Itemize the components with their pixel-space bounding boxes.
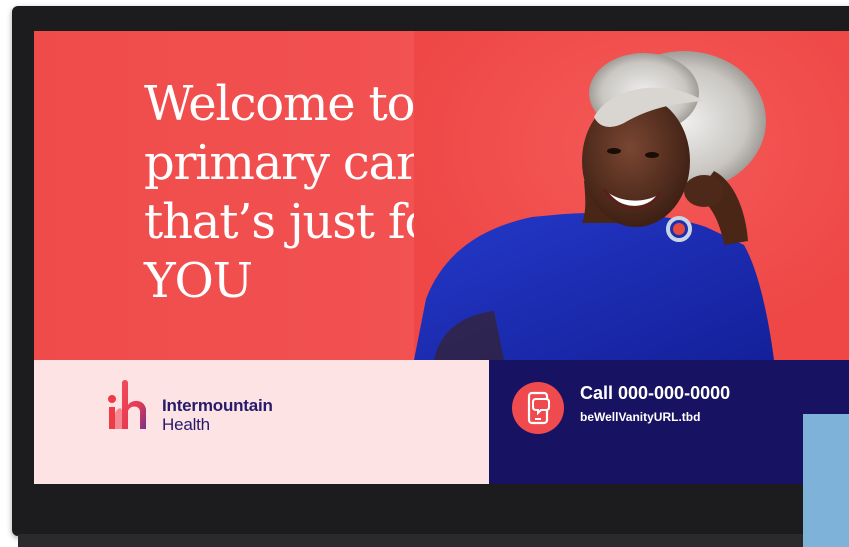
brand-name-line-2: Health	[162, 415, 210, 434]
footer-bar: Intermountain Health Call 000-000-0000 b…	[34, 360, 849, 484]
brand-name-line-1: Intermountain	[162, 396, 273, 415]
brand-name: Intermountain Health	[162, 396, 273, 434]
contact-panel: Call 000-000-0000 beWellVanityURL.tbd	[489, 360, 849, 484]
smiling-woman-photo	[414, 31, 849, 360]
background-card	[803, 414, 849, 547]
brand-panel: Intermountain Health	[34, 360, 489, 484]
intermountain-logo-icon	[108, 380, 146, 429]
call-phone-number: Call 000-000-0000	[580, 383, 731, 403]
ad-screen: Welcome to primary care that’s just for …	[34, 31, 849, 484]
display-screen-mockup: Welcome to primary care that’s just for …	[0, 0, 849, 547]
phone-chat-icon	[527, 391, 550, 425]
vanity-url: beWellVanityURL.tbd	[580, 410, 701, 424]
hero-banner: Welcome to primary care that’s just for …	[34, 31, 849, 360]
monitor-bottom-edge	[18, 534, 849, 547]
phone-chat-icon-badge	[512, 382, 564, 434]
